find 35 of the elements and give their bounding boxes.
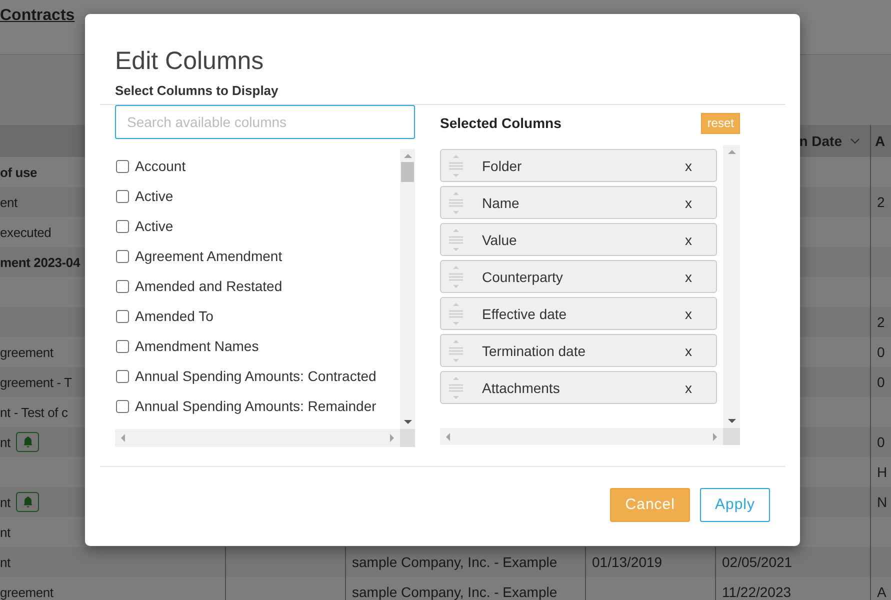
table-cell: 01/13/2019 xyxy=(592,554,662,570)
section-heading: Selected Columns xyxy=(440,115,562,131)
table-cell: nt xyxy=(0,494,10,510)
table-cell: executed xyxy=(0,224,52,240)
table-cell: greement - T xyxy=(0,374,72,390)
table-cell: nt xyxy=(0,554,10,570)
table-cell: 0 xyxy=(877,344,885,360)
table-cell: A xyxy=(877,584,886,600)
table-cell: sample Company, Inc. - Example xyxy=(352,584,558,600)
table-cell: greement xyxy=(0,344,54,360)
column-name: Folder xyxy=(482,158,523,174)
column-name: Name xyxy=(482,194,520,210)
dialog-subtitle: Select Columns to Display xyxy=(115,83,280,98)
table-cell: 2 xyxy=(877,194,885,210)
table-cell: 2 xyxy=(877,314,885,330)
table-cell: H xyxy=(877,464,888,480)
table-cell: nt - Test of c xyxy=(0,404,68,420)
table-cell: sample Company, Inc. - Example xyxy=(352,554,558,570)
column-name: Counterparty xyxy=(482,268,564,284)
table-cell: greement xyxy=(0,584,54,600)
column-name: Termination date xyxy=(482,342,587,358)
dialog-title: Edit Columns xyxy=(115,46,265,77)
table-cell: ent xyxy=(0,194,18,210)
table-cell: 11/22/2023 xyxy=(722,584,792,600)
table-cell: ment 2023-04 xyxy=(0,254,80,270)
column-name: Value xyxy=(482,232,518,248)
table-cell: 02/05/2021 xyxy=(722,554,792,570)
table-cell: 0 xyxy=(877,434,885,450)
table-cell: N xyxy=(877,494,888,510)
table-cell: nt xyxy=(0,524,10,540)
column-name: Attachments xyxy=(482,380,561,396)
table-cell: 0 xyxy=(877,374,885,390)
table-cell: nt xyxy=(0,434,10,450)
column-name: Effective date xyxy=(482,306,568,322)
table-cell: of use xyxy=(0,164,38,180)
